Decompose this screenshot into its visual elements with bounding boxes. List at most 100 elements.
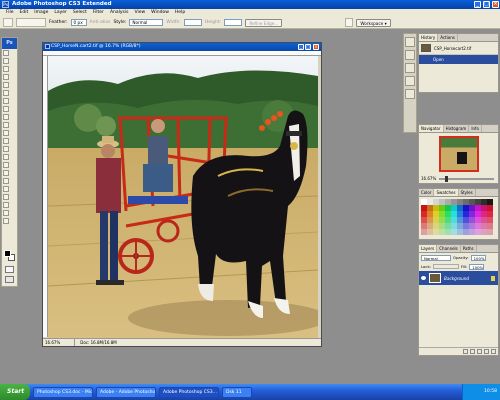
- taskbar-item-adobe[interactable]: Adobe - Adobe Photoshop...: [96, 386, 156, 398]
- clock[interactable]: 10:58: [484, 389, 497, 394]
- tab-swatches[interactable]: Swatches: [434, 189, 459, 196]
- navigator-thumbnail[interactable]: [438, 136, 479, 172]
- eraser-tool-icon[interactable]: [3, 130, 9, 136]
- foreground-color-swatch[interactable]: [4, 250, 11, 257]
- tab-history[interactable]: History: [419, 34, 439, 41]
- pen-tool-icon[interactable]: [3, 162, 9, 168]
- layer-style-icon[interactable]: [470, 349, 475, 354]
- zoom-tool-icon[interactable]: [3, 218, 9, 224]
- navigator-panel: Navigator Histogram Info 16.67%: [418, 124, 499, 184]
- maximize-button[interactable]: □: [483, 1, 490, 8]
- blur-tool-icon[interactable]: [3, 146, 9, 152]
- delete-layer-icon[interactable]: [491, 349, 496, 354]
- tab-styles[interactable]: Styles: [459, 189, 476, 196]
- layer-row-background[interactable]: Background: [419, 271, 498, 285]
- tab-histogram[interactable]: Histogram: [444, 125, 470, 132]
- taskbar-item-disk[interactable]: Dsk 11: [222, 386, 252, 398]
- marquee-tool-icon[interactable]: [3, 58, 9, 64]
- new-layer-icon[interactable]: [484, 349, 489, 354]
- height-input[interactable]: [224, 19, 243, 26]
- move-tool-icon[interactable]: [3, 50, 9, 56]
- refine-edge-button[interactable]: Refine Edge...: [245, 18, 283, 27]
- lock-icons[interactable]: [432, 264, 459, 269]
- menu-file[interactable]: File: [3, 9, 17, 17]
- swatch-grid[interactable]: [419, 197, 498, 237]
- minimize-button[interactable]: _: [474, 1, 481, 8]
- quick-mask-icon[interactable]: [5, 266, 14, 273]
- taskbar-item-word[interactable]: Photoshop CS3.doc - Mic...: [33, 386, 93, 398]
- tab-navigator[interactable]: Navigator: [419, 125, 444, 132]
- blend-mode-select[interactable]: Normal: [421, 254, 451, 261]
- document-window[interactable]: CSP_HorseN.cart2.tif @ 16.7% (RGB/8*) _ …: [42, 42, 322, 347]
- snapshot-thumbnail: [421, 44, 431, 52]
- menu-filter[interactable]: Filter: [90, 9, 107, 17]
- paragraph-panel-icon[interactable]: [405, 89, 415, 99]
- document-title-bar[interactable]: CSP_HorseN.cart2.tif @ 16.7% (RGB/8*) _ …: [43, 43, 321, 51]
- clone-tool-icon[interactable]: [3, 114, 9, 120]
- quick-select-tool-icon[interactable]: [3, 74, 9, 80]
- menu-image[interactable]: Image: [31, 9, 51, 17]
- shape-tool-icon[interactable]: [3, 186, 9, 192]
- layer-visibility-eye-icon[interactable]: [421, 276, 426, 280]
- taskbar-item-photoshop[interactable]: Adobe Photoshop CS3...: [159, 386, 219, 398]
- doc-size-info[interactable]: Doc: 16.8M/16.8M: [76, 339, 116, 346]
- brush-tool-icon[interactable]: [3, 106, 9, 112]
- tab-paths[interactable]: Paths: [461, 245, 477, 252]
- workspace-button[interactable]: Workspace ▾: [356, 18, 391, 27]
- screen-mode-icon[interactable]: [5, 276, 14, 283]
- type-tool-icon[interactable]: [3, 170, 9, 176]
- menu-analysis[interactable]: Analysis: [107, 9, 132, 17]
- menu-help[interactable]: Help: [172, 9, 188, 17]
- notes-tool-icon[interactable]: [3, 194, 9, 200]
- tool-presets-icon[interactable]: [405, 63, 415, 73]
- doc-minimize-button[interactable]: _: [298, 44, 304, 50]
- doc-maximize-button[interactable]: □: [305, 44, 311, 50]
- doc-zoom-field[interactable]: 16.67%: [45, 339, 75, 346]
- menu-layer[interactable]: Layer: [51, 9, 70, 17]
- fill-input[interactable]: 100%: [469, 263, 485, 270]
- lasso-tool-icon[interactable]: [3, 66, 9, 72]
- tab-actions[interactable]: Actions: [438, 34, 458, 41]
- path-select-tool-icon[interactable]: [3, 178, 9, 184]
- swatch[interactable]: [487, 229, 493, 235]
- menu-edit[interactable]: Edit: [17, 9, 32, 17]
- close-button[interactable]: ×: [492, 1, 499, 8]
- zoom-slider[interactable]: [439, 175, 494, 182]
- healing-tool-icon[interactable]: [3, 98, 9, 104]
- history-panel-icon[interactable]: [405, 37, 415, 47]
- marquee-tool-preset-icon[interactable]: [3, 18, 13, 27]
- dock-icon[interactable]: [345, 18, 354, 27]
- doc-close-button[interactable]: ×: [313, 44, 319, 50]
- menu-view[interactable]: View: [131, 9, 148, 17]
- tab-layers[interactable]: Layers: [419, 245, 438, 252]
- history-open-state[interactable]: Open: [419, 55, 498, 64]
- style-select[interactable]: Normal: [129, 19, 164, 26]
- tab-channels[interactable]: Channels: [437, 245, 461, 252]
- dodge-tool-icon[interactable]: [3, 154, 9, 160]
- start-button[interactable]: Start: [0, 384, 30, 400]
- character-panel-icon[interactable]: [405, 76, 415, 86]
- menu-window[interactable]: Window: [148, 9, 172, 17]
- hand-tool-icon[interactable]: [3, 210, 9, 216]
- eyedropper-tool-icon[interactable]: [3, 202, 9, 208]
- menu-select[interactable]: Select: [70, 9, 90, 17]
- opacity-input[interactable]: 100%: [470, 254, 486, 261]
- gradient-tool-icon[interactable]: [3, 138, 9, 144]
- photoshop-app-icon[interactable]: Ps: [2, 1, 9, 8]
- tool-grid: [2, 49, 17, 225]
- navigator-zoom-value[interactable]: 16.67%: [421, 176, 436, 181]
- tab-color[interactable]: Color: [419, 189, 435, 196]
- slice-tool-icon[interactable]: [3, 90, 9, 96]
- snapshot-name[interactable]: CSP_Horsecart2.tif: [434, 46, 471, 51]
- crop-tool-icon[interactable]: [3, 82, 9, 88]
- link-layers-icon[interactable]: [463, 349, 468, 354]
- history-brush-tool-icon[interactable]: [3, 122, 9, 128]
- feather-input[interactable]: 0 px: [70, 19, 87, 26]
- tab-info[interactable]: Info: [469, 125, 482, 132]
- brushes-panel-icon[interactable]: [405, 50, 415, 60]
- antialias-checkbox[interactable]: Anti-alias: [90, 20, 111, 25]
- width-input[interactable]: [183, 19, 202, 26]
- photo-canvas[interactable]: [48, 56, 318, 338]
- layer-mask-icon[interactable]: [477, 349, 482, 354]
- selection-mode-icons[interactable]: [16, 18, 46, 27]
